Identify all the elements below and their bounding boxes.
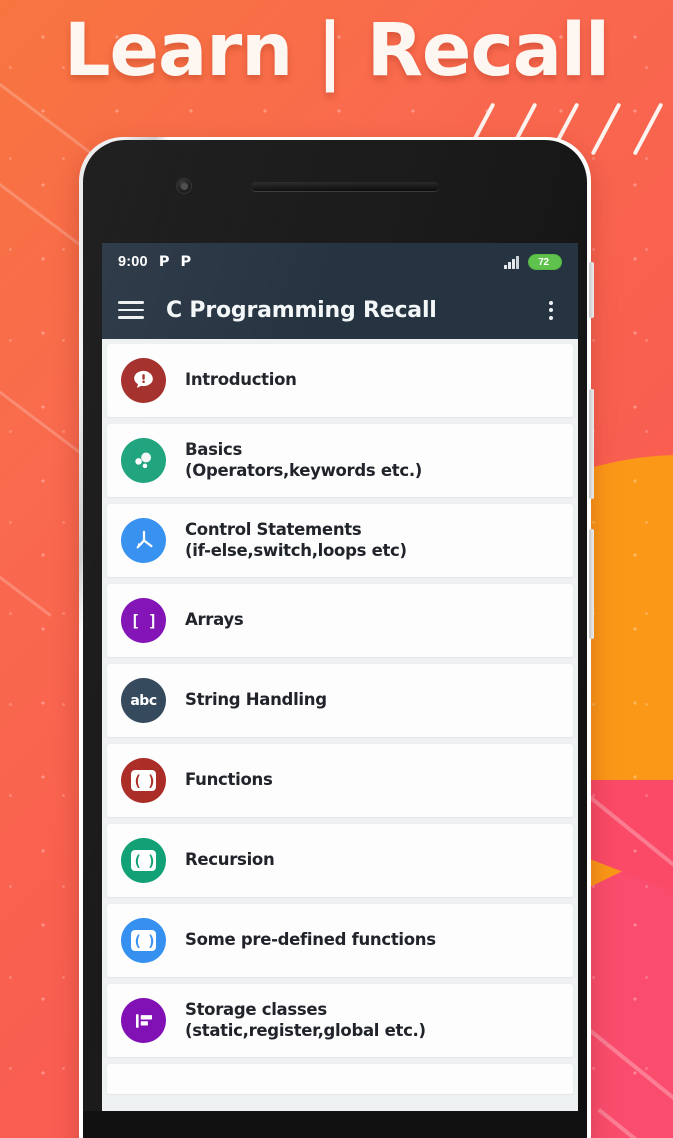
page-title: C Programming Recall: [166, 297, 437, 323]
list-item-subtitle: (Operators,keywords etc.): [185, 460, 423, 480]
list-item-title: Basics: [185, 439, 242, 459]
list-item-recursion[interactable]: ( ) Recursion: [107, 824, 573, 897]
parentheses-icon: ( ): [121, 838, 166, 883]
list-item-subtitle: (static,register,global etc.): [185, 1020, 426, 1040]
abc-glyph: abc: [130, 692, 157, 709]
status-bar: 9:00 P P 72: [102, 243, 578, 281]
more-vertical-icon[interactable]: [540, 297, 562, 323]
list-item-text: Basics (Operators,keywords etc.): [185, 440, 422, 482]
phone-top-bezel: [83, 140, 587, 243]
power-button[interactable]: [589, 262, 594, 318]
align-left-bars-icon: [121, 998, 166, 1043]
list-item-text: Control Statements (if-else,switch,loops…: [185, 520, 407, 562]
battery-level-label: 72: [538, 256, 549, 268]
list-item-partial[interactable]: [107, 1064, 573, 1094]
square-brackets-icon: [ ]: [121, 598, 166, 643]
list-item-title: String Handling: [185, 690, 327, 710]
parentheses-icon: ( ): [121, 918, 166, 963]
phone-mockup: 9:00 P P 72 C Programming Recall Introdu…: [79, 137, 594, 1138]
list-item-title: Introduction: [185, 370, 297, 390]
list-item-text: Functions: [185, 770, 273, 791]
list-item-storage-classes[interactable]: Storage classes (static,register,global …: [107, 984, 573, 1057]
app-bar: C Programming Recall: [102, 281, 578, 339]
list-item-control-statements[interactable]: Control Statements (if-else,switch,loops…: [107, 504, 573, 577]
list-item-text: Recursion: [185, 850, 275, 871]
list-item-title: Storage classes: [185, 999, 327, 1019]
list-item-text: Storage classes (static,register,global …: [185, 1000, 426, 1042]
abc-text-icon: abc: [121, 678, 166, 723]
branching-arrow-icon: [121, 518, 166, 563]
status-bar-left: 9:00 P P: [118, 254, 191, 270]
phone-screen: 9:00 P P 72 C Programming Recall Introdu…: [102, 243, 578, 1111]
list-item-text: Arrays: [185, 610, 244, 631]
topic-list[interactable]: Introduction Basics (Operators,keywords …: [102, 339, 578, 1111]
list-item-title: Recursion: [185, 850, 275, 870]
p-notification-icon-2: P: [180, 254, 192, 270]
front-camera-icon: [176, 178, 192, 194]
speech-bubble-alert-icon: [121, 358, 166, 403]
parentheses-icon: ( ): [121, 758, 166, 803]
list-item-title: Arrays: [185, 610, 244, 630]
square-brackets-glyph: [ ]: [130, 611, 158, 630]
status-bar-clock: 9:00: [118, 254, 148, 270]
hamburger-menu-icon[interactable]: [118, 296, 144, 324]
list-item-text: Introduction: [185, 370, 297, 391]
phone-bottom-bezel: [83, 1111, 587, 1138]
list-item-title: Functions: [185, 770, 273, 790]
list-item-string-handling[interactable]: abc String Handling: [107, 664, 573, 737]
p-notification-icon-1: P: [158, 254, 170, 270]
parentheses-glyph: ( ): [131, 850, 156, 871]
battery-icon: 72: [528, 254, 562, 270]
list-item-text: Some pre-defined functions: [185, 930, 436, 951]
phone-bezel: 9:00 P P 72 C Programming Recall Introdu…: [83, 140, 587, 1138]
signal-bars-icon: [504, 255, 519, 269]
promo-headline: Learn | Recall: [63, 8, 610, 93]
list-item-arrays[interactable]: [ ] Arrays: [107, 584, 573, 657]
list-item-some-pre-defined-functions[interactable]: ( ) Some pre-defined functions: [107, 904, 573, 977]
list-item-introduction[interactable]: Introduction: [107, 344, 573, 417]
volume-up-button[interactable]: [589, 389, 594, 499]
parentheses-glyph: ( ): [131, 930, 156, 951]
list-item-title: Control Statements: [185, 519, 362, 539]
parentheses-glyph: ( ): [131, 770, 156, 791]
list-item-functions[interactable]: ( ) Functions: [107, 744, 573, 817]
list-item-basics[interactable]: Basics (Operators,keywords etc.): [107, 424, 573, 497]
bubbles-dots-icon: [121, 438, 166, 483]
list-item-text: String Handling: [185, 690, 327, 711]
list-item-subtitle: (if-else,switch,loops etc): [185, 540, 407, 560]
status-bar-right: 72: [504, 254, 562, 270]
earpiece-speaker: [251, 182, 439, 191]
volume-down-button[interactable]: [589, 529, 594, 639]
list-item-title: Some pre-defined functions: [185, 930, 436, 950]
